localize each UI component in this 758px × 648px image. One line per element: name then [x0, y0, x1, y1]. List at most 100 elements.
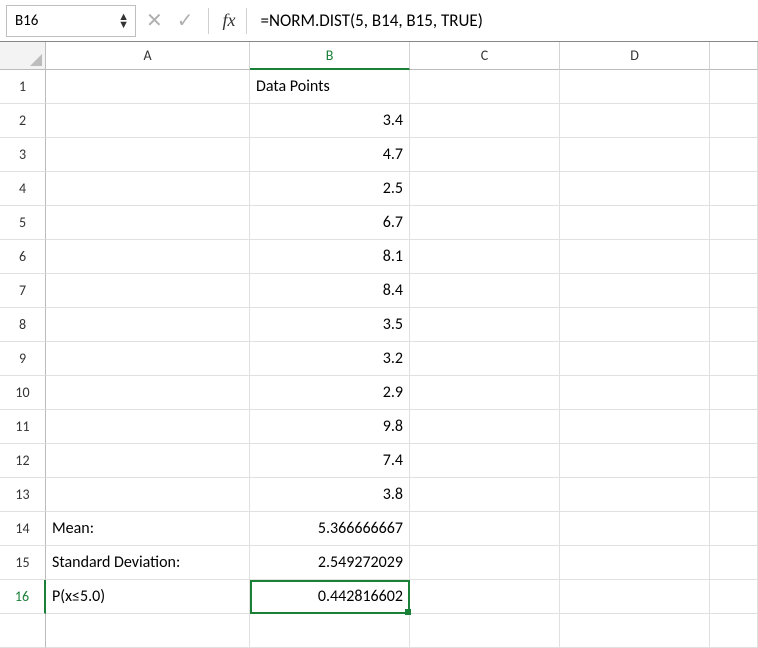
cell-E4[interactable]: [710, 172, 758, 206]
cell-B4[interactable]: 2.5: [250, 172, 410, 206]
cell-C12[interactable]: [410, 444, 560, 478]
cell-E16[interactable]: [710, 580, 758, 614]
cell-D10[interactable]: [560, 376, 710, 410]
cell-A16[interactable]: P(x≤5.0): [46, 580, 250, 614]
cell-B13[interactable]: 3.8: [250, 478, 410, 512]
formula-input[interactable]: =NORM.DIST(5, B14, B15, TRUE): [257, 10, 752, 31]
cell-A13[interactable]: [46, 478, 250, 512]
cell-B7[interactable]: 8.4: [250, 274, 410, 308]
row-header-12[interactable]: 12: [0, 444, 46, 478]
cell-B6[interactable]: 8.1: [250, 240, 410, 274]
cell-A1[interactable]: [46, 70, 250, 104]
cell-B10[interactable]: 2.9: [250, 376, 410, 410]
cell-E11[interactable]: [710, 410, 758, 444]
cell-D7[interactable]: [560, 274, 710, 308]
cell-D6[interactable]: [560, 240, 710, 274]
cell-B11[interactable]: 9.8: [250, 410, 410, 444]
cell-E10[interactable]: [710, 376, 758, 410]
row-header-11[interactable]: 11: [0, 410, 46, 444]
cell-C9[interactable]: [410, 342, 560, 376]
cell-E8[interactable]: [710, 308, 758, 342]
cell-D4[interactable]: [560, 172, 710, 206]
cell-E5[interactable]: [710, 206, 758, 240]
cell-B17[interactable]: [250, 614, 410, 648]
row-header-8[interactable]: 8: [0, 308, 46, 342]
row-header-14[interactable]: 14: [0, 512, 46, 546]
cell-C15[interactable]: [410, 546, 560, 580]
confirm-icon[interactable]: ✓: [177, 11, 194, 31]
cell-B16[interactable]: 0.442816602: [250, 580, 410, 614]
cell-B3[interactable]: 4.7: [250, 138, 410, 172]
cell-C17[interactable]: [410, 614, 560, 648]
column-header-C[interactable]: C: [410, 42, 560, 70]
cell-D12[interactable]: [560, 444, 710, 478]
cell-E17[interactable]: [710, 614, 758, 648]
row-header-17[interactable]: [0, 614, 46, 648]
cell-E15[interactable]: [710, 546, 758, 580]
cell-C3[interactable]: [410, 138, 560, 172]
cell-A6[interactable]: [46, 240, 250, 274]
cell-A9[interactable]: [46, 342, 250, 376]
stepper-down-icon[interactable]: ▼: [118, 21, 129, 29]
cell-C2[interactable]: [410, 104, 560, 138]
cell-D14[interactable]: [560, 512, 710, 546]
row-header-7[interactable]: 7: [0, 274, 46, 308]
cell-A3[interactable]: [46, 138, 250, 172]
cell-C4[interactable]: [410, 172, 560, 206]
cell-B9[interactable]: 3.2: [250, 342, 410, 376]
cell-A10[interactable]: [46, 376, 250, 410]
row-header-9[interactable]: 9: [0, 342, 46, 376]
row-header-5[interactable]: 5: [0, 206, 46, 240]
column-header-A[interactable]: A: [46, 42, 250, 70]
cell-A4[interactable]: [46, 172, 250, 206]
cell-A5[interactable]: [46, 206, 250, 240]
cell-B5[interactable]: 6.7: [250, 206, 410, 240]
cell-B12[interactable]: 7.4: [250, 444, 410, 478]
row-header-6[interactable]: 6: [0, 240, 46, 274]
cell-E3[interactable]: [710, 138, 758, 172]
cell-D17[interactable]: [560, 614, 710, 648]
cell-C14[interactable]: [410, 512, 560, 546]
row-header-15[interactable]: 15: [0, 546, 46, 580]
cancel-icon[interactable]: ✕: [146, 11, 163, 31]
row-header-2[interactable]: 2: [0, 104, 46, 138]
row-header-16[interactable]: 16: [0, 580, 46, 614]
column-header-E[interactable]: [710, 42, 758, 70]
name-box-stepper[interactable]: ▲ ▼: [118, 13, 129, 29]
cell-D11[interactable]: [560, 410, 710, 444]
cell-B1[interactable]: Data Points: [250, 70, 410, 104]
cell-E6[interactable]: [710, 240, 758, 274]
row-header-13[interactable]: 13: [0, 478, 46, 512]
cell-C10[interactable]: [410, 376, 560, 410]
cell-B2[interactable]: 3.4: [250, 104, 410, 138]
cell-B8[interactable]: 3.5: [250, 308, 410, 342]
cell-D15[interactable]: [560, 546, 710, 580]
cell-D13[interactable]: [560, 478, 710, 512]
cell-D8[interactable]: [560, 308, 710, 342]
cell-D5[interactable]: [560, 206, 710, 240]
cell-C1[interactable]: [410, 70, 560, 104]
cell-A8[interactable]: [46, 308, 250, 342]
cell-C8[interactable]: [410, 308, 560, 342]
select-all-corner[interactable]: [0, 42, 46, 70]
cell-C13[interactable]: [410, 478, 560, 512]
cell-E7[interactable]: [710, 274, 758, 308]
name-box[interactable]: B16 ▲ ▼: [6, 5, 136, 37]
cell-D3[interactable]: [560, 138, 710, 172]
cell-C6[interactable]: [410, 240, 560, 274]
fx-label[interactable]: fx: [223, 10, 236, 31]
cell-E13[interactable]: [710, 478, 758, 512]
cell-D1[interactable]: [560, 70, 710, 104]
cell-E1[interactable]: [710, 70, 758, 104]
cell-D2[interactable]: [560, 104, 710, 138]
cell-D9[interactable]: [560, 342, 710, 376]
row-header-10[interactable]: 10: [0, 376, 46, 410]
cell-C7[interactable]: [410, 274, 560, 308]
column-header-D[interactable]: D: [560, 42, 710, 70]
cell-A11[interactable]: [46, 410, 250, 444]
cell-A2[interactable]: [46, 104, 250, 138]
cell-E9[interactable]: [710, 342, 758, 376]
cell-A14[interactable]: Mean:: [46, 512, 250, 546]
cell-B15[interactable]: 2.549272029: [250, 546, 410, 580]
cell-C11[interactable]: [410, 410, 560, 444]
